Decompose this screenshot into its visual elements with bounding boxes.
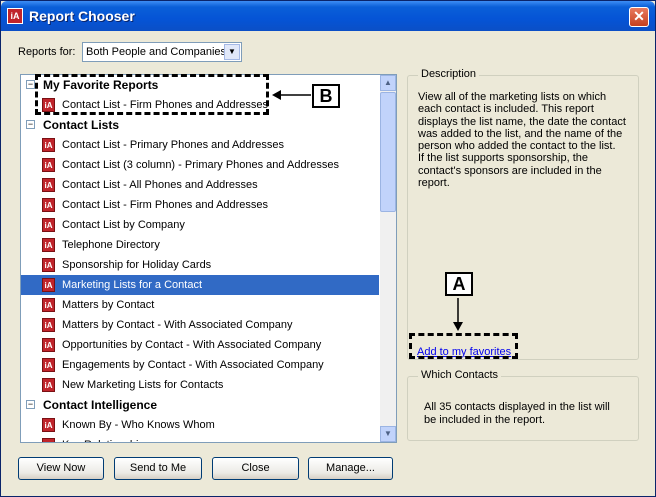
tree-scrollbar[interactable]: ▲ ▼ bbox=[380, 75, 396, 442]
close-window-button[interactable]: ✕ bbox=[629, 7, 649, 27]
scroll-down-icon[interactable]: ▼ bbox=[380, 426, 396, 442]
scrollbar-thumb[interactable] bbox=[380, 92, 396, 212]
description-text: View all of the marketing lists on which… bbox=[418, 91, 626, 190]
tree-report-item[interactable]: iA Engagements by Contact - With Associat… bbox=[21, 355, 379, 375]
report-icon: iA bbox=[42, 338, 55, 352]
tree-item-label: Sponsorship for Holiday Cards bbox=[62, 259, 212, 271]
tree-item-label: Contact List by Company bbox=[62, 219, 185, 231]
report-icon: iA bbox=[42, 378, 55, 392]
report-icon: iA bbox=[42, 418, 55, 432]
collapse-icon[interactable]: − bbox=[26, 120, 35, 129]
report-icon: iA bbox=[42, 198, 55, 212]
which-contacts-title: Which Contacts bbox=[418, 369, 502, 381]
report-icon: iA bbox=[42, 298, 55, 312]
title-bar[interactable]: iA Report Chooser ✕ bbox=[1, 1, 655, 31]
report-chooser-window: iA Report Chooser ✕ Reports for: Both Pe… bbox=[0, 0, 656, 497]
tree-group-header[interactable]: − Contact Lists bbox=[21, 115, 379, 135]
report-icon: iA bbox=[42, 278, 55, 292]
tree-item-label: Marketing Lists for a Contact bbox=[62, 279, 203, 291]
report-icon: iA bbox=[42, 138, 55, 152]
view-now-button[interactable]: View Now bbox=[18, 457, 104, 480]
tree-item-label: Telephone Directory bbox=[62, 239, 160, 251]
tree-report-item[interactable]: iA Telephone Directory bbox=[21, 235, 379, 255]
callout-b: B bbox=[312, 84, 340, 108]
tree-item-label: Engagements by Contact - With Associated… bbox=[62, 359, 324, 371]
favorites-highlight-box bbox=[35, 74, 269, 115]
report-icon: iA bbox=[42, 218, 55, 232]
close-button[interactable]: Close bbox=[212, 457, 299, 480]
tree-group-label: Contact Intelligence bbox=[43, 398, 158, 412]
tree-report-item[interactable]: iA Matters by Contact bbox=[21, 295, 379, 315]
manage-button[interactable]: Manage... bbox=[308, 457, 393, 480]
tree-report-item[interactable]: iA Contact List - Firm Phones and Address… bbox=[21, 195, 379, 215]
tree-item-label: Key Relationships bbox=[62, 435, 150, 442]
report-icon: iA bbox=[42, 438, 55, 442]
arrow-left-icon bbox=[272, 90, 311, 100]
tree-group-header[interactable]: − Contact Intelligence bbox=[21, 395, 379, 415]
tree-report-item[interactable]: iA Key Relationships bbox=[21, 435, 379, 442]
send-to-me-button[interactable]: Send to Me bbox=[114, 457, 202, 480]
tree-item-label: Matters by Contact bbox=[62, 299, 155, 311]
tree-report-item[interactable]: iA New Marketing Lists for Contacts bbox=[21, 375, 379, 395]
tree-item-label: Contact List - All Phones and Addresses bbox=[62, 179, 258, 191]
tree-item-label: New Marketing Lists for Contacts bbox=[62, 379, 224, 391]
tree-report-item[interactable]: iA Contact List (3 column) - Primary Phon… bbox=[21, 155, 379, 175]
arrow-down-icon bbox=[453, 298, 463, 331]
report-icon: iA bbox=[42, 318, 55, 332]
tree-report-item[interactable]: iA Contact List by Company bbox=[21, 215, 379, 235]
description-title: Description bbox=[418, 68, 480, 80]
report-icon: iA bbox=[42, 258, 55, 272]
tree-item-label: Matters by Contact - With Associated Com… bbox=[62, 319, 293, 331]
app-icon: iA bbox=[7, 8, 23, 24]
report-tree: − My Favorite Reports iA Contact List - Fir… bbox=[20, 74, 397, 443]
collapse-icon[interactable]: − bbox=[26, 80, 35, 89]
tree-item-label: Contact List - Primary Phones and Addres… bbox=[62, 139, 284, 151]
collapse-icon[interactable]: − bbox=[26, 400, 35, 409]
reports-for-dropdown[interactable]: Both People and Companies ▼ bbox=[82, 42, 242, 62]
chevron-down-icon[interactable]: ▼ bbox=[224, 44, 240, 60]
tree-report-item[interactable]: iA Known By - Who Knows Whom bbox=[21, 415, 379, 435]
callout-a: A bbox=[445, 272, 473, 296]
tree-report-item[interactable]: iA Marketing Lists for a Contact bbox=[21, 275, 379, 295]
tree-report-item[interactable]: iA Opportunities by Contact - With Associ… bbox=[21, 335, 379, 355]
report-icon: iA bbox=[42, 238, 55, 252]
window-title: Report Chooser bbox=[29, 8, 135, 24]
description-group: Description View all of the marketing li… bbox=[407, 68, 639, 360]
report-icon: iA bbox=[42, 178, 55, 192]
report-icon: iA bbox=[42, 158, 55, 172]
report-icon: iA bbox=[42, 358, 55, 372]
reports-for-label: Reports for: bbox=[18, 46, 76, 58]
tree-report-item[interactable]: iA Contact List - All Phones and Addresse… bbox=[21, 175, 379, 195]
tree-report-item[interactable]: iA Matters by Contact - With Associated C… bbox=[21, 315, 379, 335]
tree-report-item[interactable]: iA Sponsorship for Holiday Cards bbox=[21, 255, 379, 275]
tree-report-item[interactable]: iA Contact List - Primary Phones and Addr… bbox=[21, 135, 379, 155]
tree-item-label: Known By - Who Knows Whom bbox=[62, 419, 215, 431]
which-contacts-text: All 35 contacts displayed in the list wi… bbox=[424, 401, 610, 426]
add-favorites-highlight-box bbox=[409, 333, 518, 359]
which-contacts-group: Which Contacts All 35 contacts displayed… bbox=[407, 369, 639, 441]
tree-group-label: Contact Lists bbox=[43, 118, 120, 132]
tree-item-label: Opportunities by Contact - With Associat… bbox=[62, 339, 322, 351]
scroll-up-icon[interactable]: ▲ bbox=[380, 75, 396, 91]
reports-for-value: Both People and Companies bbox=[86, 46, 227, 58]
tree-item-label: Contact List - Firm Phones and Addresses bbox=[62, 199, 269, 211]
tree-item-label: Contact List (3 column) - Primary Phones… bbox=[62, 159, 339, 171]
